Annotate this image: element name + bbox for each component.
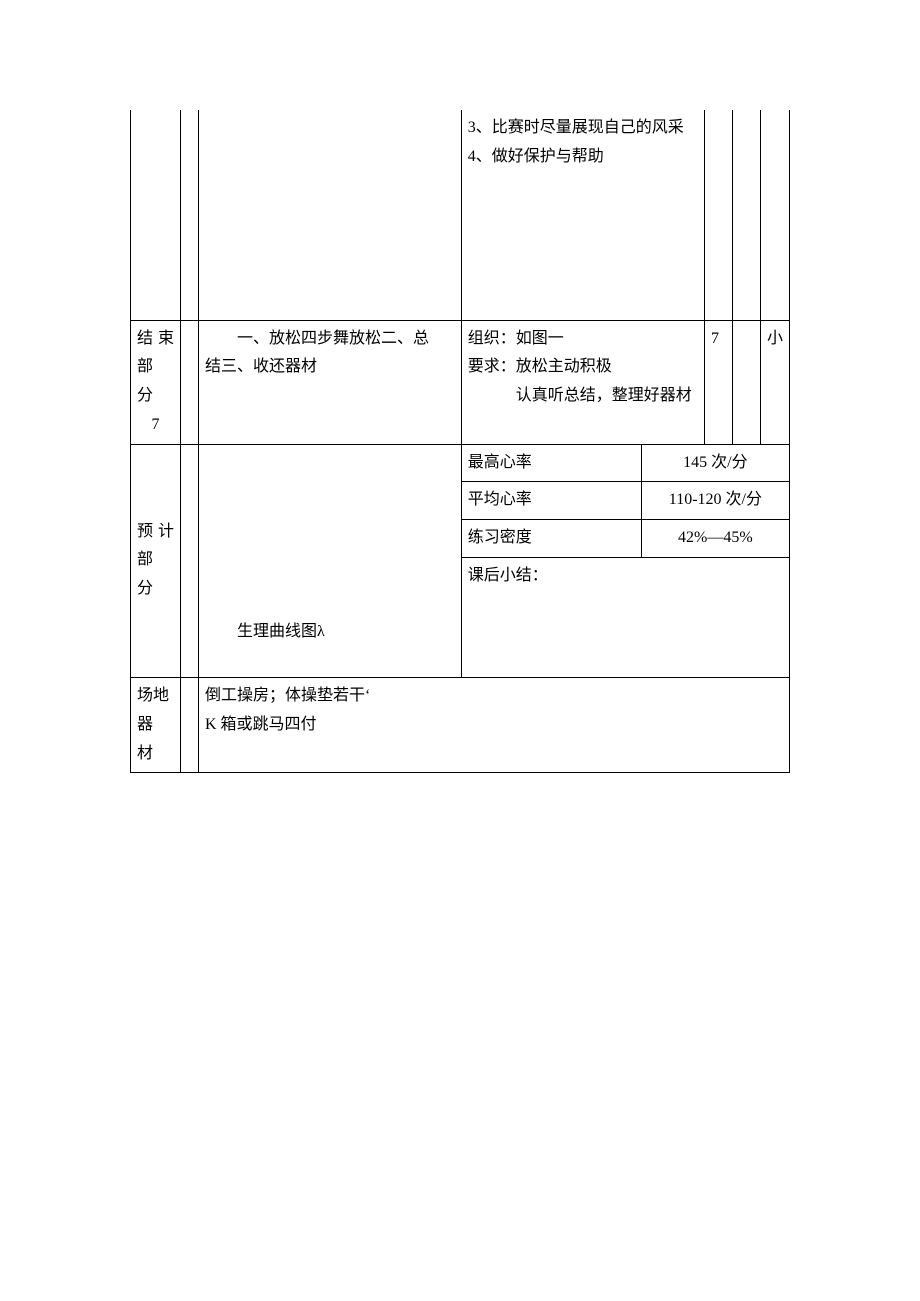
table-row: 场地 器 材 倒工操房；体操垫若干‘ K 箱或跳马四付 [131, 678, 790, 773]
cell-spacer [181, 678, 199, 773]
text-line: K 箱或跳马四付 [205, 711, 783, 740]
text-line: 4、做好保护与帮助 [468, 143, 698, 172]
cell-num: 小 [760, 320, 789, 444]
cell-label: 场地 器 材 [131, 678, 181, 773]
label-text: 分 [137, 382, 174, 411]
label-text: 结束部 [137, 325, 174, 383]
text-line: 倒工操房；体操垫若干‘ [205, 682, 783, 711]
label-text: 7 [137, 411, 174, 440]
label-text: 分 [137, 575, 174, 604]
label-text: 器 [137, 711, 174, 740]
cell-spacer [181, 320, 199, 444]
label-text: 预 计 部 [137, 518, 174, 576]
label-text: 场地 [137, 682, 174, 711]
label-text: 材 [137, 740, 174, 769]
table-row: 预 计 部 分 生理曲线图λ 最高心率 145 次/分 [131, 444, 790, 482]
metric-label: 练习密度 [461, 520, 641, 558]
text-line: 一、放松四步舞放松二、总 [205, 325, 455, 354]
cell-curve: 生理曲线图λ [199, 444, 462, 677]
cell-spacer [181, 110, 199, 320]
table-row: 结束部 分 7 一、放松四步舞放松二、总 结三、收还器材 组织：如图一 要求：放… [131, 320, 790, 444]
curve-label: 生理曲线图λ [205, 618, 455, 647]
cell-num [704, 110, 732, 320]
cell-content [199, 110, 462, 320]
text-line: 组织：如图一 [468, 325, 698, 354]
metric-value: 110-120 次/分 [641, 482, 789, 520]
cell-content: 一、放松四步舞放松二、总 结三、收还器材 [199, 320, 462, 444]
cell-label: 结束部 分 7 [131, 320, 181, 444]
cell-notes: 3、比赛时尽量展现自己的风采 4、做好保护与帮助 [461, 110, 704, 320]
cell-num: 7 [704, 320, 732, 444]
table-row: 3、比赛时尽量展现自己的风采 4、做好保护与帮助 [131, 110, 790, 320]
text-line: 要求：放松主动积极 [468, 353, 698, 382]
metric-label: 最高心率 [461, 444, 641, 482]
metric-value: 42%—45% [641, 520, 789, 558]
cell-num [732, 110, 760, 320]
cell-label [131, 110, 181, 320]
lesson-plan-table: 3、比赛时尽量展现自己的风采 4、做好保护与帮助 结束部 分 7 一、放松四步舞… [130, 110, 790, 773]
cell-num [760, 110, 789, 320]
metric-label: 平均心率 [461, 482, 641, 520]
text-line: 认真听总结，整理好器材 [468, 382, 698, 411]
text-line: 结三、收还器材 [205, 353, 455, 382]
text-line: 课后小结： [468, 562, 783, 591]
cell-num [732, 320, 760, 444]
metric-summary: 课后小结： [461, 558, 789, 678]
cell-equipment: 倒工操房；体操垫若干‘ K 箱或跳马四付 [199, 678, 790, 773]
cell-notes: 组织：如图一 要求：放松主动积极 认真听总结，整理好器材 [461, 320, 704, 444]
text-line: 3、比赛时尽量展现自己的风采 [468, 114, 698, 143]
cell-spacer [181, 444, 199, 677]
metric-value: 145 次/分 [641, 444, 789, 482]
cell-label: 预 计 部 分 [131, 444, 181, 677]
